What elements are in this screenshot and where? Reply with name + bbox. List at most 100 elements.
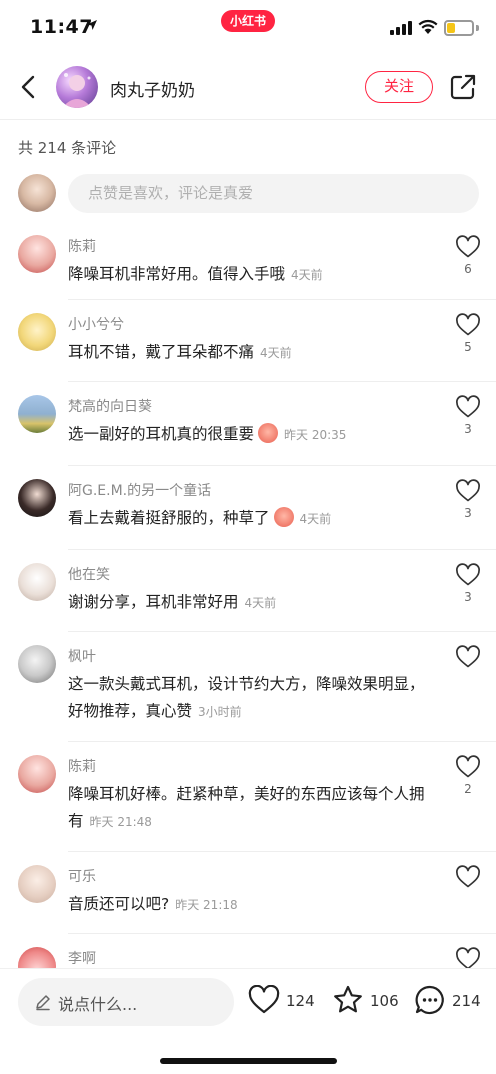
- commenter-avatar[interactable]: [18, 563, 56, 601]
- battery-level: [447, 23, 455, 33]
- app-badge: 小红书: [221, 10, 275, 32]
- my-avatar: [18, 174, 56, 212]
- pig-face-emoji-icon: [273, 507, 294, 527]
- battery-cap: [476, 25, 479, 31]
- commenter-avatar[interactable]: [18, 479, 56, 517]
- commenter-avatar[interactable]: [18, 313, 56, 351]
- commenter-avatar[interactable]: [18, 235, 56, 273]
- comment-time: 昨天 20:35: [284, 428, 347, 442]
- comment-like-heart-icon[interactable]: [455, 235, 481, 259]
- comment-item[interactable]: 他在笑谢谢分享，耳机非常好用 4天前 3: [0, 550, 496, 632]
- comment-text: 看上去戴着挺舒服的，种草了: [68, 509, 270, 527]
- comment-item[interactable]: 小小兮兮耳机不错，戴了耳朵都不痛 4天前 5: [0, 300, 496, 382]
- say-something-input[interactable]: 说点什么...: [18, 978, 234, 1026]
- note-header: 肉丸子奶奶 关注: [0, 58, 496, 120]
- comment-like-count: 3: [464, 506, 472, 520]
- commenter-name[interactable]: 陈莉: [68, 236, 96, 256]
- heart-icon: [248, 985, 280, 1014]
- comment-body: 音质还可以吧? 昨天 21:18: [68, 891, 438, 919]
- comment-body: 降噪耳机非常好用。值得入手哦 4天前: [68, 261, 438, 289]
- cellular-signal-icon: [390, 21, 412, 35]
- wifi-icon: [418, 19, 438, 34]
- star-icon: [334, 985, 362, 1013]
- comment-text: 谢谢分享，耳机非常好用: [68, 593, 239, 611]
- comment-like-heart-icon[interactable]: [455, 947, 481, 968]
- commenter-avatar[interactable]: [18, 645, 56, 683]
- comment-text: 降噪耳机非常好用。值得入手哦: [68, 265, 286, 283]
- battery-icon: [444, 20, 474, 36]
- comment-like-heart-icon[interactable]: [455, 563, 481, 587]
- status-time: 11:47: [30, 16, 93, 38]
- commenter-avatar[interactable]: [18, 947, 56, 968]
- comment-body: 这一款头戴式耳机，设计节约大方，降噪效果明显，好物推荐，真心赞 3小时前: [68, 671, 438, 726]
- say-something-placeholder: 说点什么...: [58, 995, 138, 1014]
- like-button[interactable]: 124: [248, 985, 318, 1019]
- share-out-icon[interactable]: [448, 72, 478, 102]
- bottom-action-bar: 说点什么... 124 106 214: [0, 968, 496, 1074]
- comment-text: 选一副好的耳机真的很重要: [68, 425, 255, 443]
- comment-like-count: 6: [464, 262, 472, 276]
- commenter-avatar[interactable]: [18, 865, 56, 903]
- location-arrow-icon: [87, 20, 97, 30]
- comment-like-heart-icon[interactable]: [455, 755, 481, 779]
- comment-time: 昨天 21:18: [175, 898, 238, 912]
- comment-count: 共 214 条评论: [18, 139, 117, 157]
- comment-time: 4天前: [244, 596, 277, 610]
- commenter-name[interactable]: 梵高的向日葵: [68, 396, 152, 416]
- pencil-icon: [36, 995, 50, 1011]
- author-name[interactable]: 肉丸子奶奶: [110, 76, 195, 101]
- comment-like-count: 2: [464, 782, 472, 796]
- comment-time: 4天前: [299, 512, 332, 526]
- comment-body: 耳机不错，戴了耳朵都不痛 4天前: [68, 339, 438, 367]
- commenter-avatar[interactable]: [18, 755, 56, 793]
- comment-item[interactable]: 枫叶这一款头戴式耳机，设计节约大方，降噪效果明显，好物推荐，真心赞 3小时前: [0, 632, 496, 742]
- follow-button[interactable]: 关注: [365, 71, 433, 103]
- commenter-name[interactable]: 他在笑: [68, 564, 110, 584]
- back-button[interactable]: [12, 70, 46, 104]
- comment-like-count: 3: [464, 590, 472, 604]
- favorite-button[interactable]: 106: [332, 985, 402, 1019]
- comment-like-count: 5: [464, 340, 472, 354]
- commenter-name[interactable]: 小小兮兮: [68, 314, 124, 334]
- comment-time: 4天前: [291, 268, 323, 282]
- comment-item[interactable]: 可乐音质还可以吧? 昨天 21:18: [0, 852, 496, 934]
- favorite-count: 106: [370, 992, 399, 1010]
- comment-like-heart-icon[interactable]: [455, 645, 481, 669]
- comment-item[interactable]: 李啊: [0, 934, 496, 968]
- commenter-name[interactable]: 枫叶: [68, 646, 96, 666]
- home-indicator: [160, 1058, 337, 1064]
- author-avatar[interactable]: [56, 66, 98, 108]
- comment-item[interactable]: 陈莉降噪耳机非常好用。值得入手哦 4天前 6: [0, 222, 496, 300]
- author-avatar-image: [62, 73, 92, 108]
- comment-total: 214: [452, 992, 481, 1010]
- pig-face-emoji-icon: [258, 423, 279, 443]
- chat-bubble-icon: [415, 985, 444, 1015]
- comment-body: 降噪耳机好棒。赶紧种草，美好的东西应该每个人拥有 昨天 21:48: [68, 781, 438, 836]
- comment-body: 看上去戴着挺舒服的，种草了 4天前: [68, 505, 438, 533]
- like-count: 124: [286, 992, 315, 1010]
- comment-button[interactable]: 214: [414, 985, 484, 1019]
- status-bar: 11:47 小红书: [0, 0, 496, 58]
- comment-body: 谢谢分享，耳机非常好用 4天前: [68, 589, 438, 617]
- commenter-name[interactable]: 可乐: [68, 866, 96, 886]
- comment-like-heart-icon[interactable]: [455, 313, 481, 337]
- comment-like-heart-icon[interactable]: [455, 865, 481, 889]
- commenter-avatar[interactable]: [18, 395, 56, 433]
- comment-list: 陈莉 降噪耳机非常好用。值得入手哦 4天前 6 小小兮兮 耳机不错，戴了耳朵都不痛 4天前 5…: [0, 222, 496, 968]
- comment-text: 耳机不错，戴了耳朵都不痛: [68, 343, 255, 361]
- commenter-name[interactable]: 陈莉: [68, 756, 96, 776]
- commenter-name[interactable]: 阿G.E.M.的另一个童话: [68, 480, 211, 500]
- comment-item[interactable]: 阿G.E.M.的另一个童话看上去戴着挺舒服的，种草了 4天前 3: [0, 466, 496, 550]
- comment-like-heart-icon[interactable]: [455, 395, 481, 419]
- commenter-name[interactable]: 李啊: [68, 948, 96, 968]
- comment-time: 4天前: [260, 346, 292, 360]
- comment-body: 选一副好的耳机真的很重要 昨天 20:35: [68, 421, 438, 449]
- comment-text: 这一款头戴式耳机，设计节约大方，降噪效果明显，好物推荐，真心赞: [68, 675, 425, 720]
- comment-item[interactable]: 陈莉降噪耳机好棒。赶紧种草，美好的东西应该每个人拥有 昨天 21:48 2: [0, 742, 496, 852]
- comment-like-count: 3: [464, 422, 472, 436]
- comment-input[interactable]: 点赞是喜欢，评论是真爱: [68, 174, 479, 213]
- comment-item[interactable]: 梵高的向日葵选一副好的耳机真的很重要 昨天 20:35 3: [0, 382, 496, 466]
- comment-text: 音质还可以吧?: [68, 895, 170, 913]
- comment-time: 3小时前: [198, 705, 242, 719]
- comment-like-heart-icon[interactable]: [455, 479, 481, 503]
